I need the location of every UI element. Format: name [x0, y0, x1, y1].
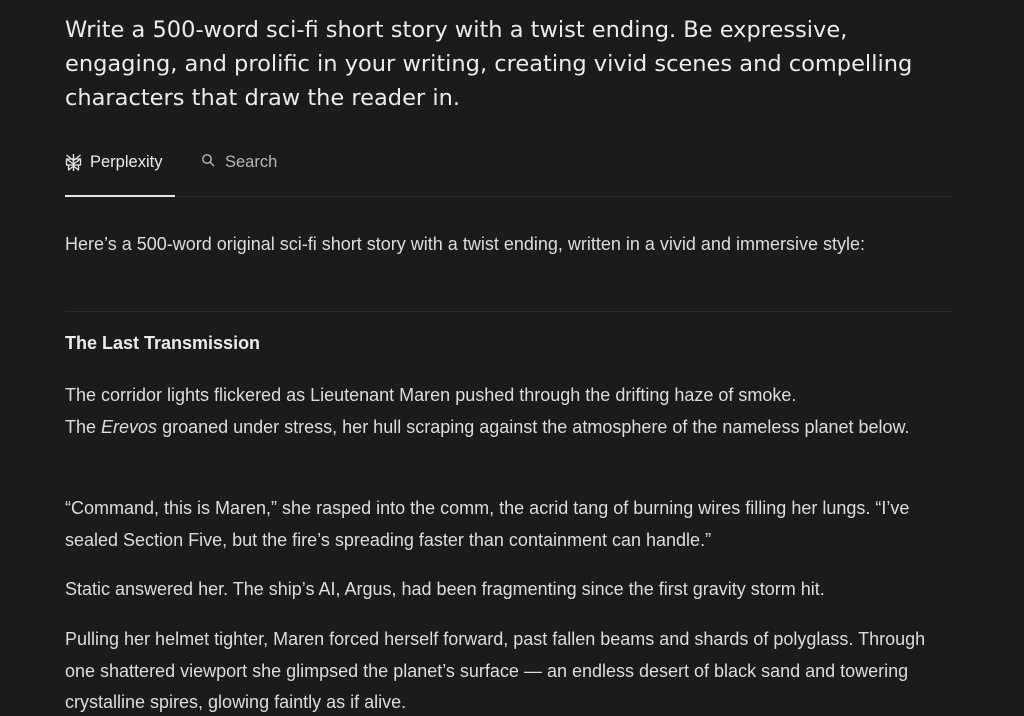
tab-search[interactable]: Search [201, 146, 277, 196]
story-paragraph-3: Static answered her. The ship’s AI, Argu… [65, 579, 825, 599]
query-title: Write a 500-word sci-fi short story with… [65, 17, 913, 111]
tab-perplexity[interactable]: Perplexity [65, 146, 175, 197]
story-title: The Last Transmission [65, 333, 261, 353]
ship-name: Erevos [101, 416, 158, 437]
tab-search-label: Search [225, 153, 278, 171]
perplexity-logo-icon [65, 153, 82, 172]
divider [65, 311, 952, 312]
p1-the: The [65, 416, 102, 437]
story-paragraph-1: The corridor lights flickered as Lieuten… [65, 380, 940, 443]
tab-perplexity-label: Perplexity [90, 153, 163, 171]
p1-rest: groaned under stress, her hull scraping … [157, 416, 910, 437]
search-icon [201, 153, 215, 167]
answer-intro: Here’s a 500-word original sci-fi short … [65, 234, 865, 254]
p1-line1: The corridor lights flickered as Lieuten… [65, 385, 797, 405]
answer-tabs: Perplexity Search [65, 146, 952, 197]
story-paragraph-2: “Command, this is Maren,” she rasped int… [65, 498, 910, 550]
story-paragraph-4: Pulling her helmet tighter, Maren forced… [65, 629, 926, 712]
